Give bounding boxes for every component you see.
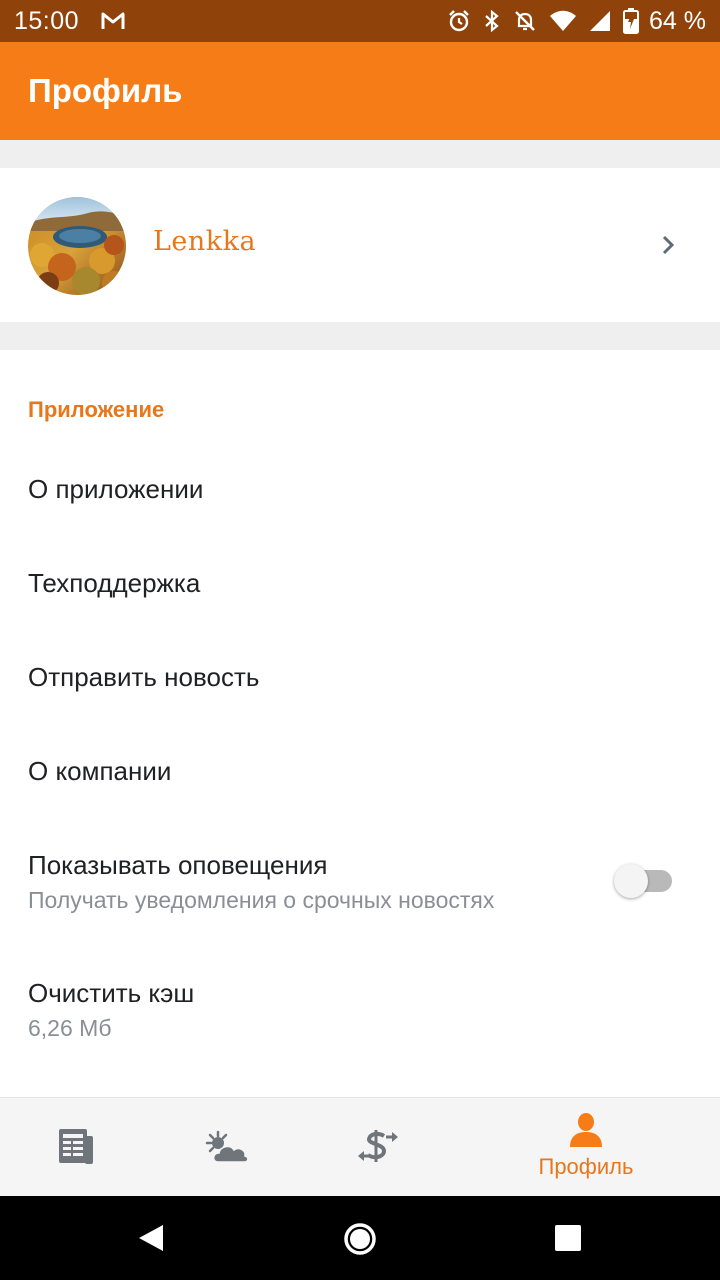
recents-icon[interactable] xyxy=(554,1224,582,1257)
menu-item-about-app[interactable]: О приложении xyxy=(28,474,203,505)
menu-item-about-company[interactable]: О компании xyxy=(28,756,171,787)
notifications-toggle[interactable] xyxy=(614,864,674,898)
notifications-off-icon xyxy=(513,9,537,33)
avatar[interactable] xyxy=(28,197,126,295)
profile-username[interactable]: Lenkka xyxy=(153,226,256,257)
nav-item-news[interactable] xyxy=(46,1098,106,1197)
nav-item-currency[interactable] xyxy=(350,1098,410,1197)
battery-percent: 64 % xyxy=(649,6,706,35)
chevron-right-icon[interactable] xyxy=(660,233,676,262)
alarm-icon xyxy=(447,9,471,33)
nav-item-weather[interactable] xyxy=(200,1098,260,1197)
profile-icon xyxy=(568,1112,604,1153)
battery-charging-icon xyxy=(623,8,640,34)
notifications-subtitle: Получать уведомления о срочных новостях xyxy=(28,887,495,913)
toggle-thumb xyxy=(614,864,648,898)
section-divider xyxy=(0,140,720,168)
bottom-navigation: Профиль xyxy=(0,1097,720,1196)
system-navigation-bar xyxy=(0,1196,720,1280)
nav-item-profile[interactable]: Профиль xyxy=(486,1098,686,1197)
back-icon[interactable] xyxy=(137,1223,165,1258)
menu-item-clear-cache[interactable]: Очистить кэш xyxy=(28,978,194,1009)
home-icon[interactable] xyxy=(343,1222,377,1261)
gmail-icon xyxy=(101,12,125,30)
page-title: Профиль xyxy=(28,72,183,109)
news-icon xyxy=(58,1128,94,1171)
weather-icon xyxy=(204,1130,250,1169)
app-bar: Профиль xyxy=(0,42,720,140)
nav-label-profile: Профиль xyxy=(538,1154,634,1179)
section-divider xyxy=(0,322,720,350)
bluetooth-icon xyxy=(483,9,501,33)
status-time: 15:00 xyxy=(14,6,80,35)
menu-item-notifications[interactable]: Показывать оповещения xyxy=(28,850,327,881)
menu-item-send-news[interactable]: Отправить новость xyxy=(28,662,259,693)
section-title-app: Приложение xyxy=(28,397,165,422)
currency-exchange-icon xyxy=(356,1128,400,1171)
wifi-icon xyxy=(549,10,577,32)
signal-icon xyxy=(589,10,611,32)
profile-row[interactable]: Lenkka xyxy=(0,168,720,322)
status-bar: 15:00 64 % xyxy=(0,0,720,42)
cache-size: 6,26 Мб xyxy=(28,1015,112,1041)
menu-item-support[interactable]: Техподдержка xyxy=(28,568,200,599)
